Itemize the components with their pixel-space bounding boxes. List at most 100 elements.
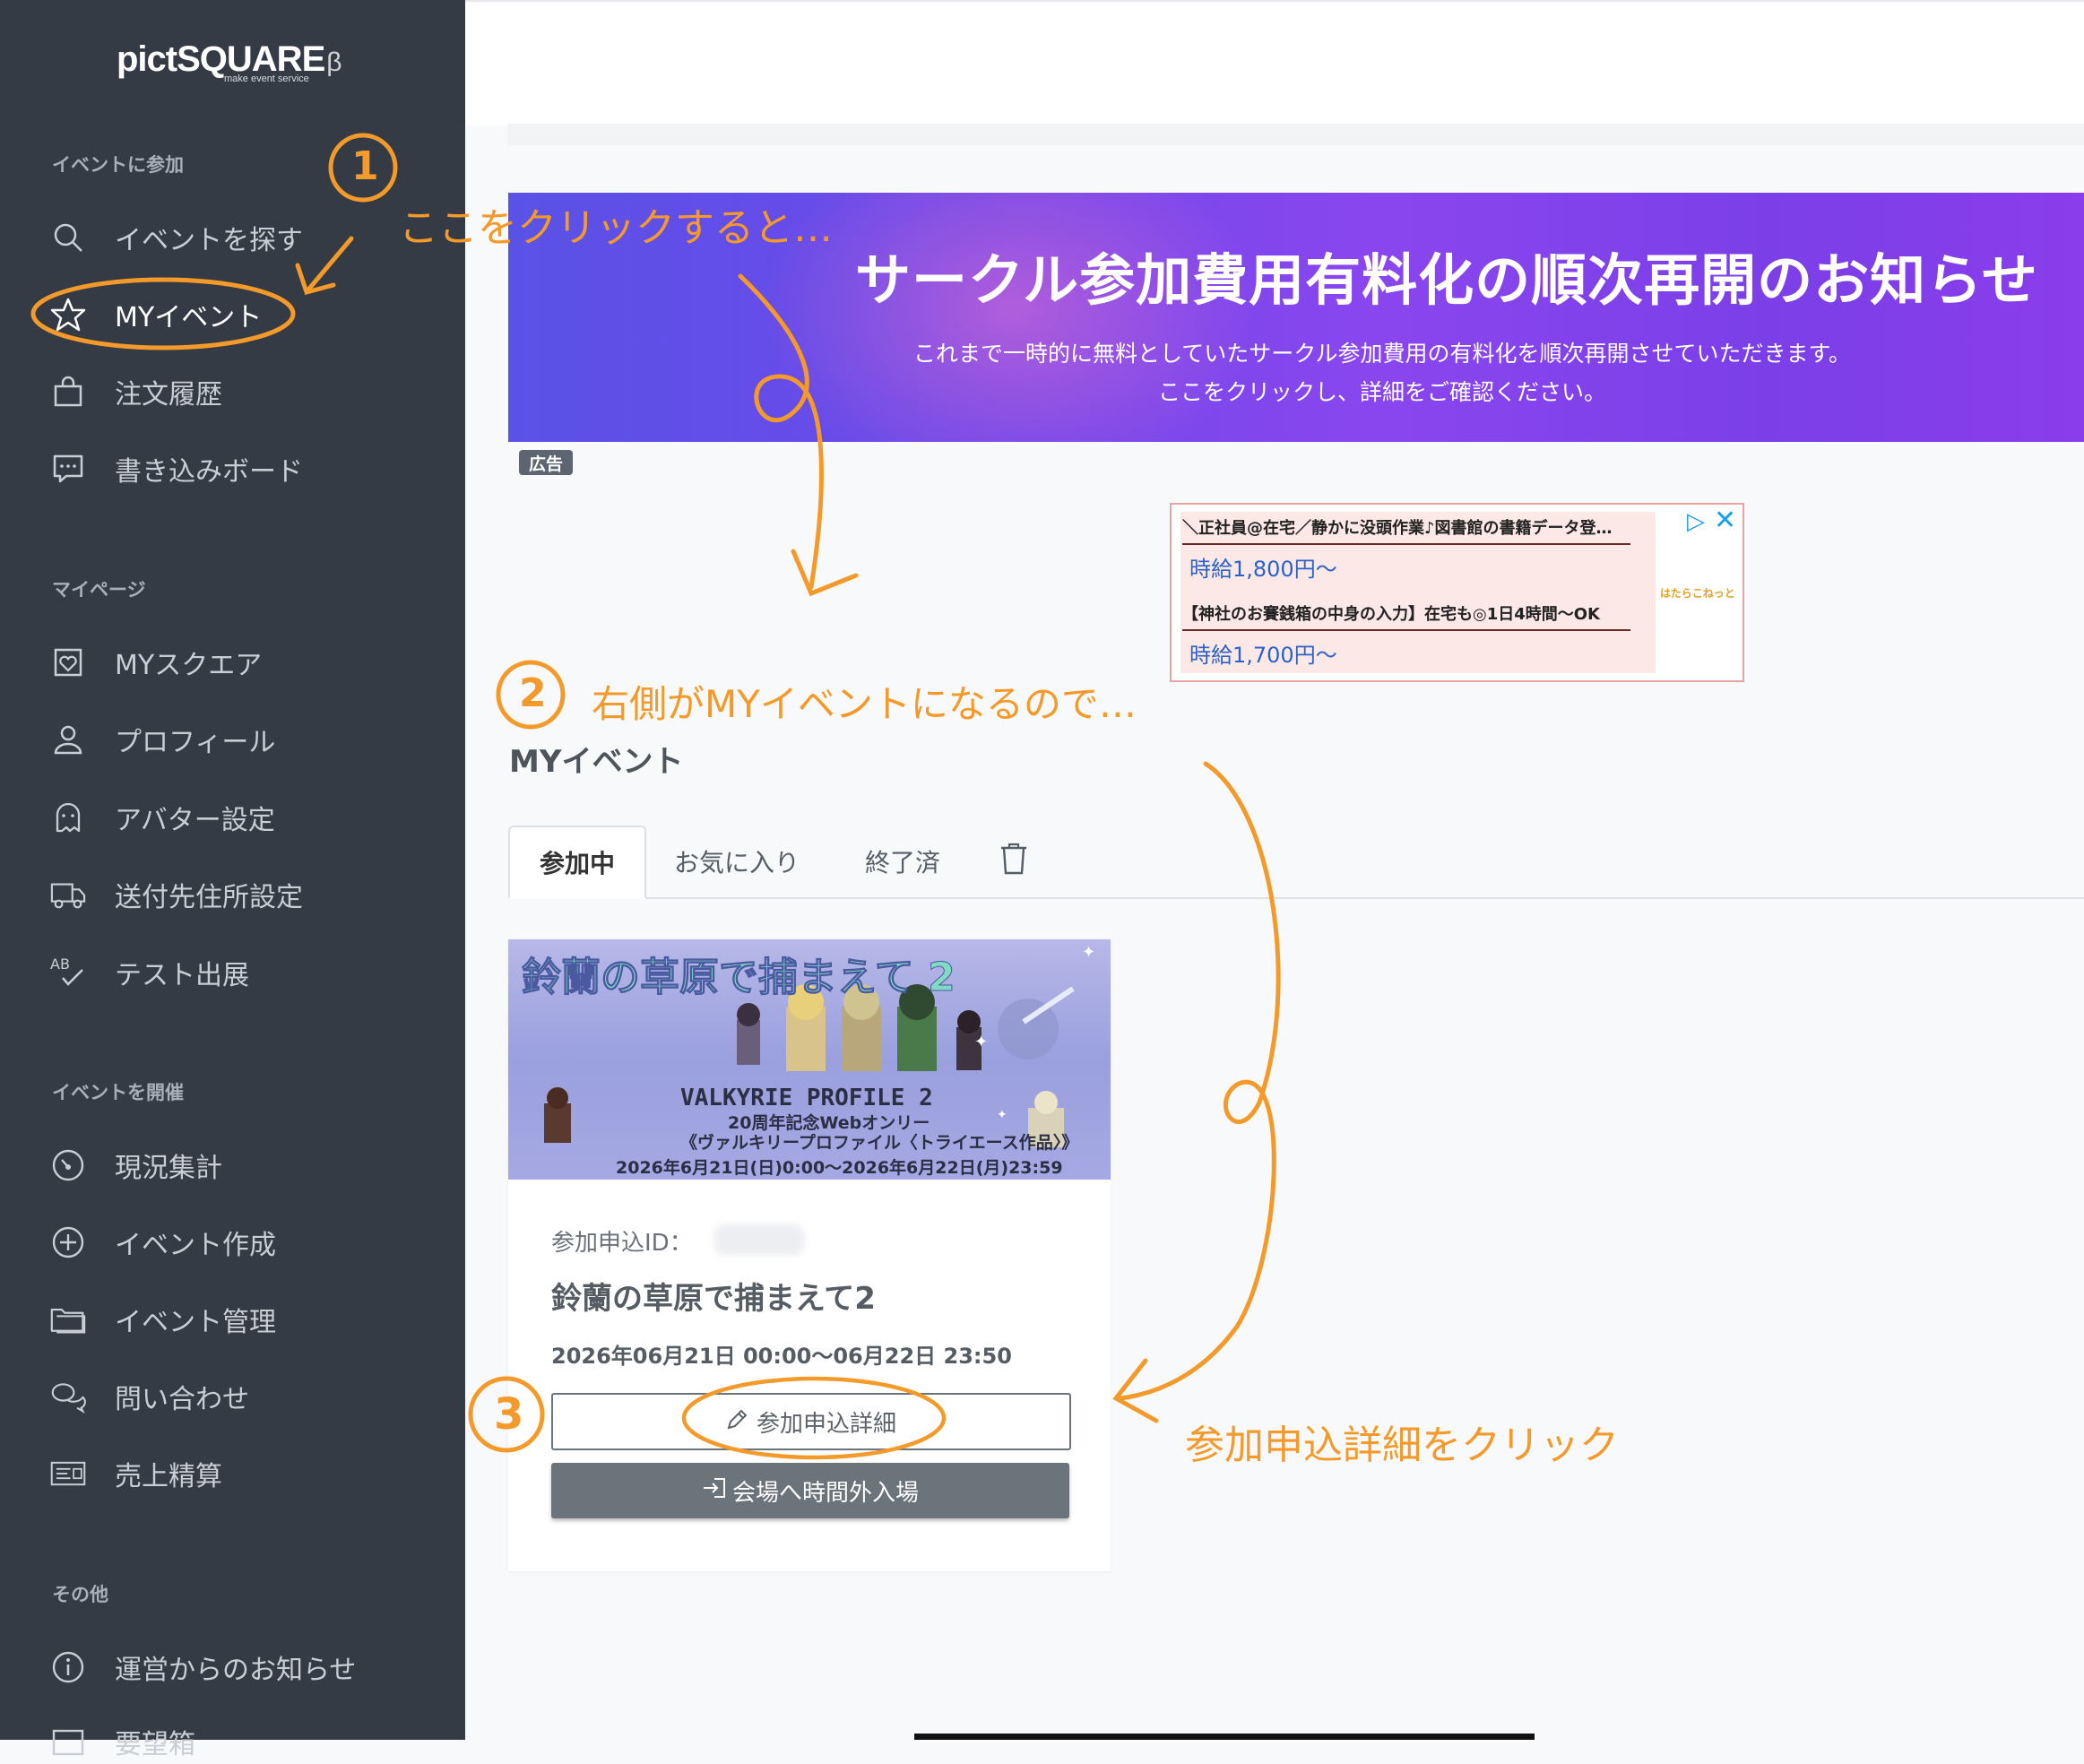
page-title: MYイベント bbox=[509, 744, 684, 780]
ab-check-icon: AB bbox=[50, 955, 86, 990]
sidebar-item-label: 現況集計 bbox=[115, 1153, 222, 1184]
event-banner-image[interactable]: ✦ ✦ ✦ 鈴蘭の草原で捕まえて 2 VALKYRIE PROFILE 2 20… bbox=[508, 939, 1111, 1180]
chat-bubbles-icon bbox=[50, 1379, 86, 1414]
plus-circle-icon bbox=[50, 1224, 86, 1260]
application-id-redacted bbox=[714, 1224, 804, 1255]
application-detail-button[interactable]: 参加申込詳細 bbox=[551, 1393, 1071, 1450]
sidebar-item-label: MYスクエア bbox=[115, 650, 263, 681]
box-icon bbox=[50, 1724, 86, 1760]
sidebar-item-label: 注文履歴 bbox=[115, 379, 222, 411]
sidebar-item-label: プロフィール bbox=[115, 727, 276, 758]
top-header bbox=[465, 0, 2084, 125]
ad-item1-title[interactable]: ＼正社員@在宅／静かに没頭作業♪図書館の書籍データ登… bbox=[1182, 515, 1613, 539]
banner-text-line2: ここをクリックし、詳細をご確認ください。 bbox=[1157, 379, 1606, 405]
annotation-step1-text: ここをクリックすると… bbox=[399, 205, 833, 251]
ad-rule bbox=[1182, 629, 1630, 631]
ad-rule bbox=[1182, 543, 1630, 545]
sidebar-item-label: 送付先住所設定 bbox=[115, 882, 303, 913]
sidebar-item-address[interactable]: 送付先住所設定 bbox=[50, 872, 303, 917]
sidebar-item-label: イベントを探す bbox=[115, 225, 303, 256]
sidebar-item-settlement[interactable]: 売上精算 bbox=[50, 1451, 222, 1496]
banner-text-line1: これまで一時的に無料としていたサークル参加費用の有料化を順次再開させていただきま… bbox=[912, 341, 1851, 367]
annotation-step1-number: 1 bbox=[351, 143, 379, 189]
header-divider bbox=[507, 124, 2084, 145]
svg-text:✦: ✦ bbox=[997, 1108, 1007, 1122]
sidebar-item-board[interactable]: 書き込みボード bbox=[50, 446, 303, 491]
sidebar-item-label: アバター設定 bbox=[115, 805, 275, 836]
ad-brand-logo: はたらこねっと bbox=[1660, 587, 1735, 600]
ghost-icon bbox=[50, 800, 86, 835]
sidebar-item-test-exhibit[interactable]: AB テスト出展 bbox=[50, 950, 249, 995]
pen-icon bbox=[726, 1407, 749, 1437]
login-icon bbox=[702, 1476, 727, 1506]
ad-item2-title[interactable]: 【神社のお賽銭箱の中身の入力】在宅も◎1日4時間〜OK bbox=[1182, 601, 1600, 625]
sidebar-item-profile[interactable]: プロフィール bbox=[50, 717, 275, 762]
banner-genre: 《ヴァルキリープロファイル〈トライエース作品〉》 bbox=[680, 1133, 1079, 1153]
sidebar-item-label: MYイベント bbox=[115, 302, 263, 333]
search-icon bbox=[50, 220, 86, 255]
sidebar-item-label: 売上精算 bbox=[115, 1461, 222, 1492]
event-card: ✦ ✦ ✦ 鈴蘭の草原で捕まえて 2 VALKYRIE PROFILE 2 20… bbox=[508, 939, 1111, 1571]
tab-bar: 参加中 お気に入り 終了済 bbox=[508, 826, 2084, 899]
bottom-bar bbox=[914, 1734, 1535, 1740]
ad-label-badge: 広告 bbox=[519, 450, 573, 475]
sidebar-item-label: テスト出展 bbox=[115, 960, 249, 991]
sidebar-item-label: 書き込みボード bbox=[115, 456, 303, 488]
chat-icon bbox=[50, 451, 86, 487]
bag-icon bbox=[50, 374, 86, 410]
ad-choices-icon[interactable]: ▷ bbox=[1687, 508, 1705, 535]
sidebar-item-label: イベント作成 bbox=[115, 1230, 276, 1261]
job-ad[interactable]: ＼正社員@在宅／静かに没頭作業♪図書館の書籍データ登… 時給1,800円〜 【神… bbox=[1170, 503, 1744, 682]
logo-tagline: make event service bbox=[224, 74, 309, 84]
trash-icon[interactable] bbox=[999, 842, 1028, 879]
sidebar-item-requests[interactable]: 要望箱 bbox=[50, 1719, 195, 1764]
info-icon bbox=[50, 1649, 86, 1685]
svg-text:AB: AB bbox=[50, 956, 70, 973]
ad-item1-price[interactable]: 時給1,800円〜 bbox=[1189, 551, 1337, 583]
sidebar-item-search-events[interactable]: イベントを探す bbox=[50, 215, 303, 260]
svg-text:✦: ✦ bbox=[1082, 943, 1095, 962]
logo[interactable]: pictSQUAREβ make event service bbox=[117, 39, 342, 84]
annotation-step2-text: 右側がMYイベントになるので… bbox=[592, 682, 1137, 726]
heart-frame-icon bbox=[50, 644, 86, 680]
application-detail-label: 参加申込詳細 bbox=[756, 1410, 896, 1438]
event-name: 鈴蘭の草原で捕まえて2 bbox=[551, 1281, 876, 1317]
sidebar-item-status[interactable]: 現況集計 bbox=[50, 1143, 222, 1188]
application-id-label: 参加申込ID： bbox=[551, 1230, 693, 1257]
sidebar-item-orders[interactable]: 注文履歴 bbox=[50, 369, 222, 414]
sidebar-item-label: 運営からのお知らせ bbox=[115, 1655, 357, 1686]
svg-text:✦: ✦ bbox=[974, 1033, 988, 1051]
sidebar-item-label: 要望箱 bbox=[115, 1729, 195, 1760]
logo-beta: β bbox=[326, 48, 342, 77]
ad-item2-price[interactable]: 時給1,700円〜 bbox=[1189, 637, 1337, 669]
receipt-icon bbox=[50, 1456, 86, 1492]
tab-participating[interactable]: 参加中 bbox=[508, 826, 646, 899]
sidebar-item-create-event[interactable]: イベント作成 bbox=[50, 1220, 276, 1265]
annotation-step3-number: 3 bbox=[494, 1389, 524, 1440]
close-icon[interactable]: ✕ bbox=[1714, 505, 1736, 536]
sidebar-item-inquiry[interactable]: 問い合わせ bbox=[50, 1374, 249, 1419]
section-heading-other: その他 bbox=[52, 1584, 108, 1605]
sidebar-item-news[interactable]: 運営からのお知らせ bbox=[50, 1645, 356, 1690]
folder-icon bbox=[50, 1301, 86, 1337]
section-heading-mypage: マイページ bbox=[52, 579, 146, 601]
banner-dates: 2026年6月21日(日)0:00〜2026年6月22日(月)23:59 bbox=[616, 1158, 1063, 1178]
sidebar-item-my-events[interactable]: MYイベント bbox=[50, 292, 262, 337]
banner-event-title: 鈴蘭の草原で捕まえて 2 bbox=[522, 955, 956, 1001]
annotation-step3-text: 参加申込詳細をクリック bbox=[1185, 1422, 1619, 1468]
section-heading-join: イベントに参加 bbox=[52, 154, 184, 176]
gauge-icon bbox=[50, 1147, 86, 1183]
sidebar-item-label: イベント管理 bbox=[115, 1307, 276, 1338]
sidebar-item-manage-event[interactable]: イベント管理 bbox=[50, 1297, 276, 1342]
star-icon bbox=[50, 297, 86, 333]
enter-venue-button[interactable]: 会場へ時間外入場 bbox=[551, 1463, 1069, 1518]
user-icon bbox=[50, 722, 86, 757]
sidebar-item-my-square[interactable]: MYスクエア bbox=[50, 640, 262, 685]
sidebar-item-label: 問い合わせ bbox=[115, 1384, 249, 1415]
tab-ended[interactable]: 終了済 bbox=[831, 826, 974, 897]
truck-icon bbox=[50, 877, 86, 912]
sidebar-item-avatar[interactable]: アバター設定 bbox=[50, 795, 275, 840]
section-heading-host: イベントを開催 bbox=[52, 1082, 184, 1103]
tab-favorites[interactable]: お気に入り bbox=[661, 826, 813, 897]
enter-venue-label: 会場へ時間外入場 bbox=[731, 1479, 919, 1507]
